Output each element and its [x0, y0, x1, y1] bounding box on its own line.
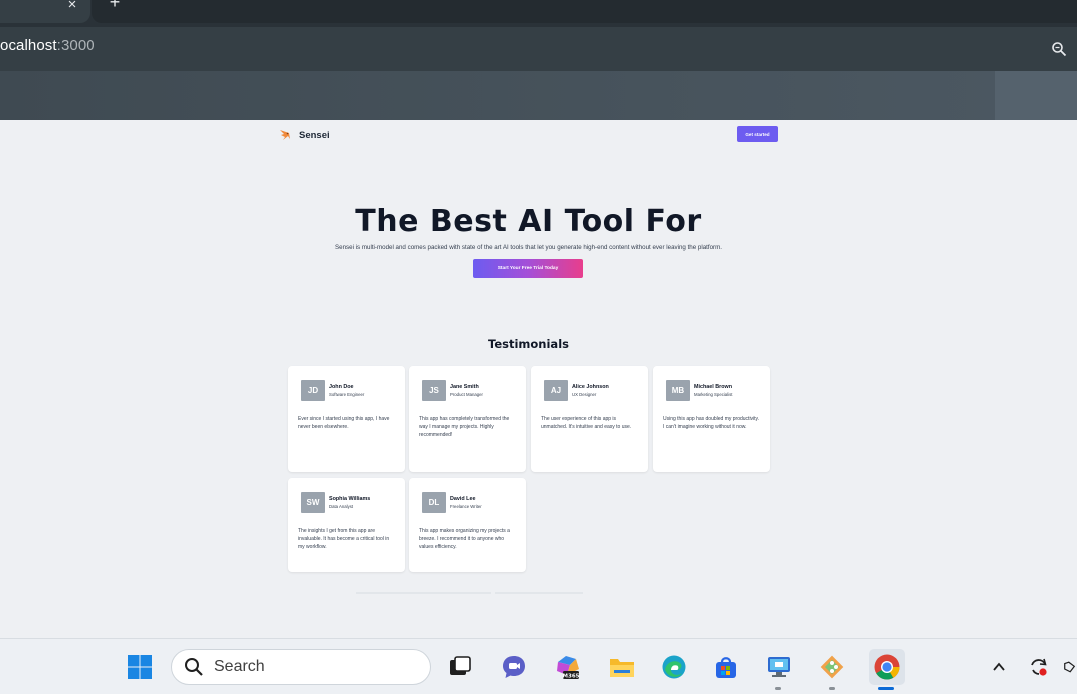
taskbar: Search M365	[0, 638, 1077, 694]
testimonial-role: Freelance Writer	[450, 504, 482, 509]
new-tab-icon[interactable]: +	[106, 0, 124, 13]
address-bar[interactable]: ocalhost:3000	[0, 27, 1077, 71]
remote-desktop-icon[interactable]	[765, 653, 793, 681]
bird-logo-icon	[280, 130, 290, 140]
avatar: MB	[666, 380, 690, 401]
sync-icon[interactable]	[1025, 653, 1053, 681]
testimonial-name: David Lee	[450, 496, 476, 502]
testimonial-text: This app has completely transformed the …	[419, 416, 510, 438]
get-started-button[interactable]: Get started	[737, 126, 778, 142]
testimonial-card: MB Michael Brown Marketing Specialist Us…	[653, 366, 770, 472]
git-icon[interactable]	[818, 653, 846, 681]
bookmarks-bar	[0, 71, 1077, 120]
testimonial-card: JS Jane Smith Product Manager This app h…	[409, 366, 526, 472]
testimonial-text: Using this app has doubled my productivi…	[663, 416, 760, 430]
testimonial-role: Product Manager	[450, 392, 483, 397]
hero-subtitle: Sensei is multi-model and comes packed w…	[335, 244, 722, 251]
active-indicator	[878, 687, 894, 690]
search-label: Search	[214, 658, 265, 675]
free-trial-button[interactable]: Start Your Free Trial Today	[473, 259, 583, 278]
testimonial-card: AJ Alice Johnson UX Designer The user ex…	[531, 366, 648, 472]
running-indicator	[829, 687, 835, 690]
site-logo[interactable]: Sensei	[278, 128, 330, 142]
avatar: JD	[301, 380, 325, 401]
file-explorer-icon[interactable]	[608, 653, 636, 681]
chevron-up-icon[interactable]	[985, 653, 1013, 681]
testimonial-text: The insights I get from this app are inv…	[298, 528, 390, 550]
tab-strip-background	[92, 0, 1077, 23]
testimonial-card: DL David Lee Freelance Writer This app m…	[409, 478, 526, 572]
testimonial-name: Jane Smith	[450, 384, 479, 390]
m365-badge: M365	[563, 674, 580, 680]
footer-divider	[356, 592, 491, 594]
testimonial-text: This app makes organizing my projects a …	[419, 528, 510, 550]
hero-title: The Best AI Tool For	[355, 204, 702, 239]
web-page: Sensei Get started The Best AI Tool For …	[0, 120, 1077, 638]
edge-icon[interactable]	[660, 653, 688, 681]
url-text[interactable]: ocalhost:3000	[0, 37, 95, 54]
task-view-icon[interactable]	[446, 653, 474, 681]
testimonial-name: Sophia Williams	[329, 496, 371, 502]
url-port: :3000	[56, 37, 95, 54]
testimonial-role: UX Designer	[572, 392, 597, 397]
brand-name: Sensei	[299, 129, 330, 141]
running-indicator	[775, 687, 781, 690]
taskbar-search[interactable]: Search	[171, 649, 431, 685]
app-tray-icon[interactable]	[1062, 653, 1077, 681]
m365-icon[interactable]: M365	[554, 653, 582, 681]
avatar: JS	[422, 380, 446, 401]
store-icon[interactable]	[712, 653, 740, 681]
testimonial-text: The user experience of this app is unmat…	[541, 416, 632, 430]
bookmarks-bar-edge	[995, 71, 1077, 120]
search-icon	[185, 658, 203, 676]
testimonial-name: John Doe	[329, 384, 354, 390]
tab-close-icon[interactable]: ×	[64, 0, 80, 13]
url-host: ocalhost	[0, 37, 57, 54]
active-tab[interactable]: ×	[0, 0, 90, 23]
avatar: SW	[301, 492, 325, 513]
avatar: DL	[422, 492, 446, 513]
testimonial-card: SW Sophia Williams Data Analyst The insi…	[288, 478, 405, 572]
testimonial-card: JD John Doe Software Engineer Ever since…	[288, 366, 405, 472]
tab-strip: × +	[0, 0, 1077, 27]
testimonials-heading: Testimonials	[488, 337, 569, 351]
testimonial-role: Data Analyst	[329, 504, 354, 509]
windows-start-icon[interactable]	[126, 653, 154, 681]
testimonial-name: Michael Brown	[694, 384, 733, 390]
footer-divider	[495, 592, 583, 594]
testimonial-name: Alice Johnson	[572, 384, 609, 390]
zoom-icon[interactable]	[1051, 41, 1067, 57]
testimonial-text: Ever since I started using this app, I h…	[298, 416, 390, 430]
testimonial-role: Software Engineer	[329, 392, 365, 397]
avatar: AJ	[544, 380, 568, 401]
chat-icon[interactable]	[500, 653, 528, 681]
testimonial-role: Marketing Specialist	[694, 392, 733, 397]
chrome-icon[interactable]	[869, 649, 905, 685]
